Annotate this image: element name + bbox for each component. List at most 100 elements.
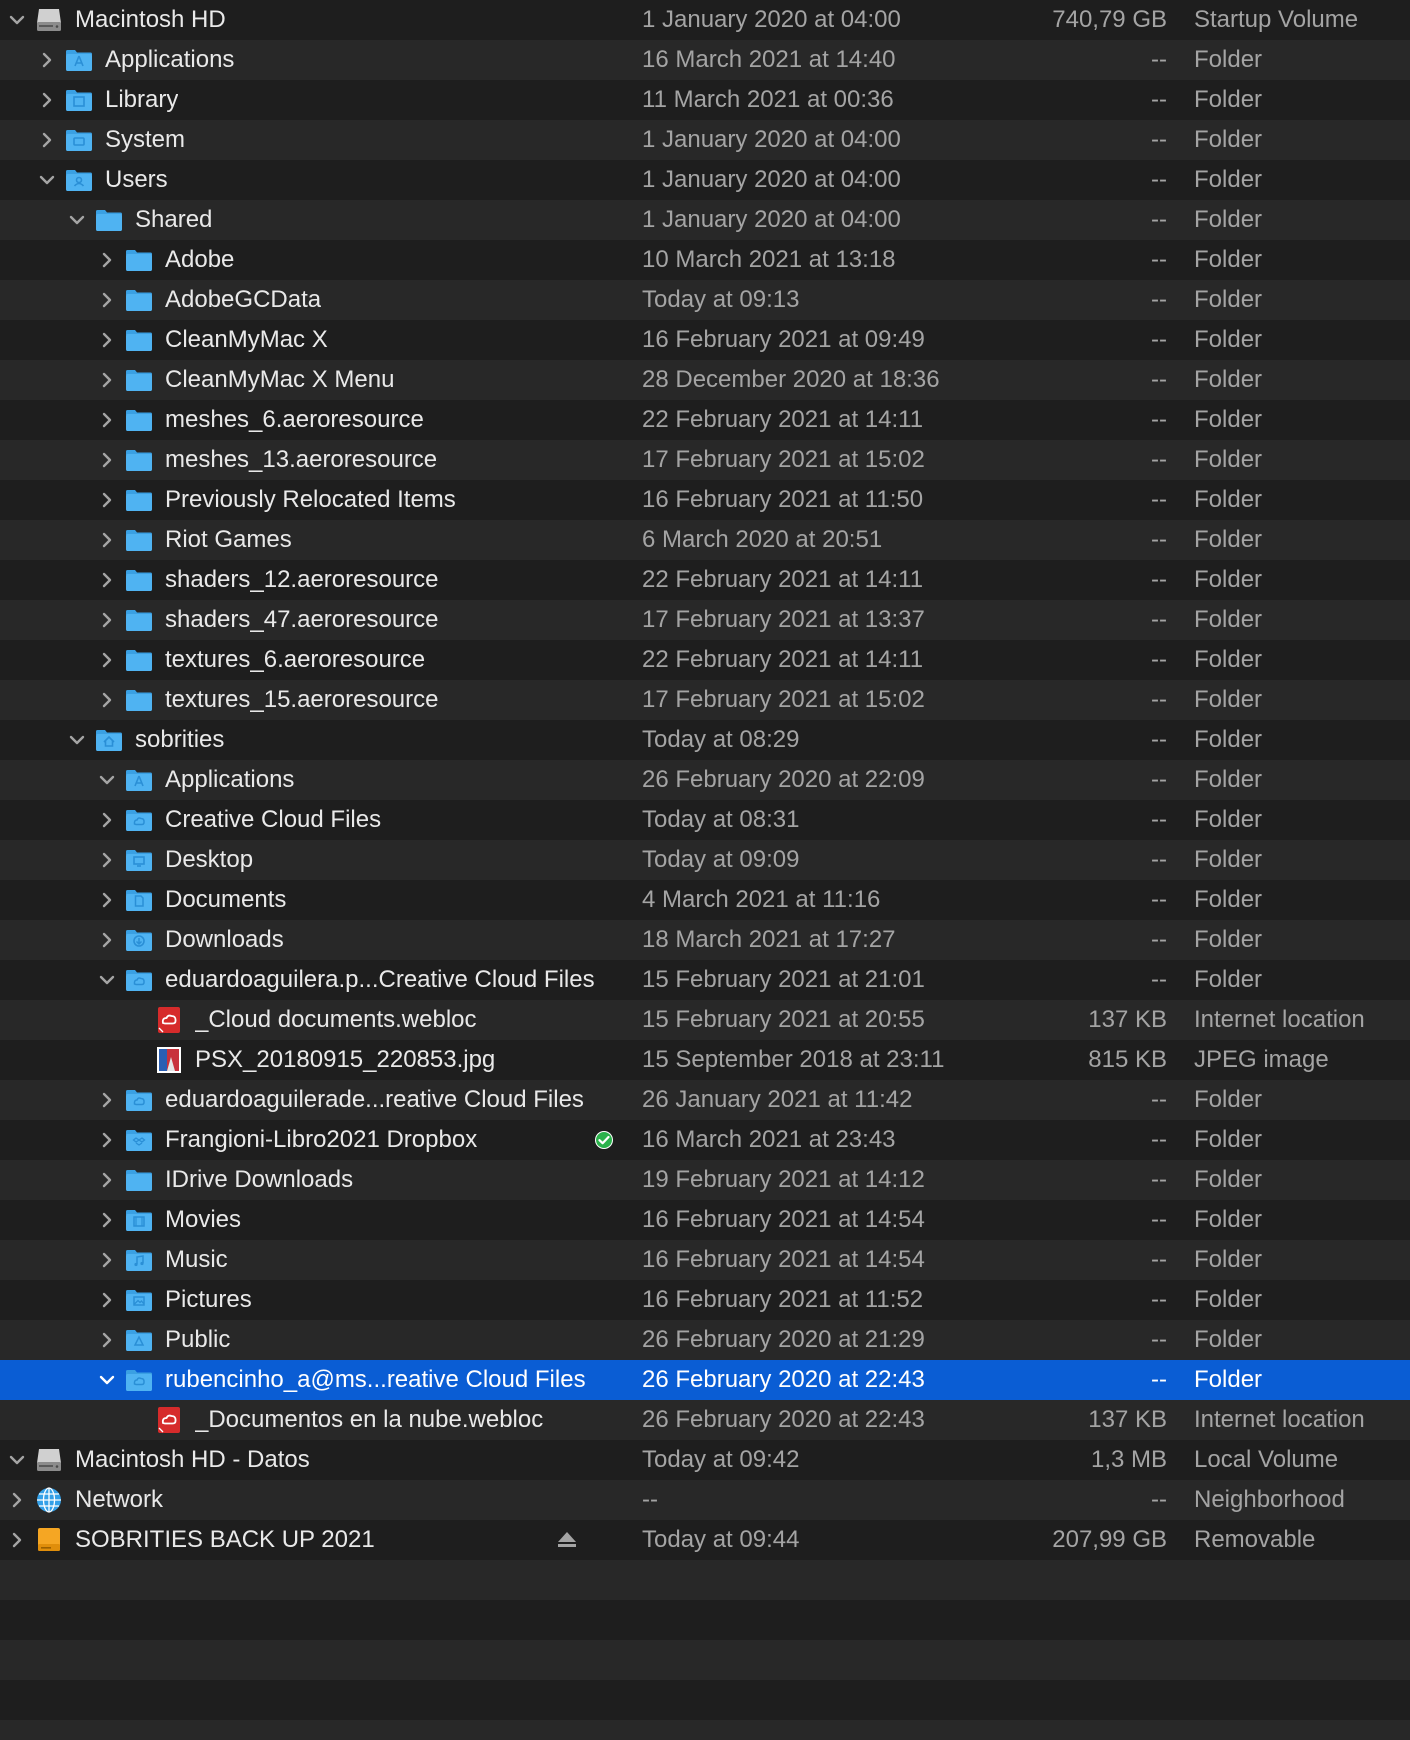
file-row[interactable]: Pictures 16 February 2021 at 11:52 -- Folde… bbox=[0, 1280, 1410, 1320]
file-size: -- bbox=[1151, 86, 1167, 113]
chevron-down-icon[interactable] bbox=[8, 1451, 26, 1469]
chevron-right-icon[interactable] bbox=[38, 91, 56, 109]
file-kind: Folder bbox=[1194, 446, 1263, 473]
file-row[interactable]: Downloads 18 March 2021 at 17:27 -- Folder bbox=[0, 920, 1410, 960]
file-row[interactable]: _Documentos en la nube.webloc 26 February… bbox=[0, 1400, 1410, 1440]
chevron-right-icon[interactable] bbox=[98, 451, 116, 469]
file-row[interactable]: Riot Games 6 March 2020 at 20:51 -- Folder bbox=[0, 520, 1410, 560]
file-row[interactable]: Macintosh HD - Datos Today at 09:42 1,3 MB… bbox=[0, 1440, 1410, 1480]
file-row[interactable]: textures_6.aeroresource 22 February 2021 … bbox=[0, 640, 1410, 680]
file-size: -- bbox=[1151, 686, 1167, 713]
file-row[interactable]: SOBRITIES BACK UP 2021 Today at 09:44 207,… bbox=[0, 1520, 1410, 1560]
file-row[interactable]: IDrive Downloads 19 February 2021 at 14:1… bbox=[0, 1160, 1410, 1200]
file-row[interactable]: Shared 1 January 2020 at 04:00 -- Folder bbox=[0, 200, 1410, 240]
file-row[interactable]: Desktop Today at 09:09 -- Folder bbox=[0, 840, 1410, 880]
file-kind: Folder bbox=[1194, 206, 1263, 233]
chevron-down-icon[interactable] bbox=[98, 771, 116, 789]
chevron-right-icon[interactable] bbox=[98, 611, 116, 629]
file-row[interactable]: Frangioni-Libro2021 Dropbox 16 March 2021… bbox=[0, 1120, 1410, 1160]
file-row[interactable]: Documents 4 March 2021 at 11:16 -- Folder bbox=[0, 880, 1410, 920]
chevron-right-icon[interactable] bbox=[98, 1291, 116, 1309]
chevron-right-icon[interactable] bbox=[98, 1251, 116, 1269]
downloads-folder-icon bbox=[124, 925, 154, 955]
file-row[interactable]: meshes_6.aeroresource 22 February 2021 at… bbox=[0, 400, 1410, 440]
chevron-right-icon[interactable] bbox=[98, 371, 116, 389]
chevron-right-icon[interactable] bbox=[38, 131, 56, 149]
file-size: -- bbox=[1151, 646, 1167, 673]
file-row[interactable]: Public 26 February 2020 at 21:29 -- Folder bbox=[0, 1320, 1410, 1360]
file-kind: Startup Volume bbox=[1194, 6, 1359, 33]
chevron-down-icon[interactable] bbox=[68, 211, 86, 229]
file-name: Music bbox=[165, 1246, 228, 1273]
chevron-right-icon[interactable] bbox=[98, 571, 116, 589]
chevron-right-icon[interactable] bbox=[98, 851, 116, 869]
file-name: Documents bbox=[165, 886, 287, 913]
file-row[interactable]: Macintosh HD 1 January 2020 at 04:00 740,7… bbox=[0, 0, 1410, 40]
chevron-right-icon[interactable] bbox=[98, 931, 116, 949]
file-row[interactable]: System 1 January 2020 at 04:00 -- Folder bbox=[0, 120, 1410, 160]
chevron-down-icon[interactable] bbox=[38, 171, 56, 189]
chevron-right-icon[interactable] bbox=[98, 651, 116, 669]
chevron-down-icon[interactable] bbox=[98, 971, 116, 989]
chevron-right-icon[interactable] bbox=[98, 291, 116, 309]
folder-icon bbox=[124, 685, 154, 715]
chevron-right-icon[interactable] bbox=[98, 1171, 116, 1189]
file-row[interactable]: Applications 16 March 2021 at 14:40 -- Fold… bbox=[0, 40, 1410, 80]
file-row[interactable]: sobrities Today at 08:29 -- Folder bbox=[0, 720, 1410, 760]
date-modified: 26 January 2021 at 11:42 bbox=[642, 1086, 913, 1113]
chevron-right-icon[interactable] bbox=[98, 1131, 116, 1149]
date-modified: 26 February 2020 at 22:43 bbox=[642, 1366, 925, 1393]
file-row[interactable]: eduardoaguilera.p...Creative Cloud Files… bbox=[0, 960, 1410, 1000]
chevron-down-icon[interactable] bbox=[98, 1371, 116, 1389]
folder-icon bbox=[124, 605, 154, 635]
file-row[interactable]: meshes_13.aeroresource 17 February 2021 a… bbox=[0, 440, 1410, 480]
file-kind: Folder bbox=[1194, 846, 1263, 873]
chevron-down-icon[interactable] bbox=[8, 11, 26, 29]
file-row[interactable]: rubencinho_a@ms...reative Cloud Files 26 … bbox=[0, 1360, 1410, 1400]
file-row[interactable]: PSX_20180915_220853.jpg 15 September 2018… bbox=[0, 1040, 1410, 1080]
file-row[interactable]: CleanMyMac X Menu 28 December 2020 at 18:… bbox=[0, 360, 1410, 400]
chevron-right-icon[interactable] bbox=[98, 811, 116, 829]
date-modified: 26 February 2020 at 22:09 bbox=[642, 766, 925, 793]
file-row[interactable]: Movies 16 February 2021 at 14:54 -- Folder bbox=[0, 1200, 1410, 1240]
chevron-right-icon[interactable] bbox=[98, 331, 116, 349]
file-row[interactable]: CleanMyMac X 16 February 2021 at 09:49 -- F… bbox=[0, 320, 1410, 360]
chevron-right-icon[interactable] bbox=[98, 531, 116, 549]
file-name: CleanMyMac X Menu bbox=[165, 366, 395, 393]
chevron-down-icon[interactable] bbox=[68, 731, 86, 749]
movies-folder-icon bbox=[124, 1205, 154, 1235]
users-folder-icon bbox=[64, 165, 94, 195]
file-row[interactable]: Creative Cloud Files Today at 08:31 -- Fold… bbox=[0, 800, 1410, 840]
chevron-right-icon[interactable] bbox=[8, 1491, 26, 1509]
file-row[interactable]: Music 16 February 2021 at 14:54 -- Folder bbox=[0, 1240, 1410, 1280]
chevron-right-icon[interactable] bbox=[98, 1331, 116, 1349]
date-modified: Today at 09:09 bbox=[642, 846, 800, 873]
file-row[interactable]: Previously Relocated Items 16 February 20… bbox=[0, 480, 1410, 520]
file-row[interactable]: shaders_47.aeroresource 17 February 2021 … bbox=[0, 600, 1410, 640]
file-row[interactable]: Adobe 10 March 2021 at 13:18 -- Folder bbox=[0, 240, 1410, 280]
date-modified: Today at 08:29 bbox=[642, 726, 800, 753]
date-modified: Today at 09:44 bbox=[642, 1526, 800, 1553]
file-row[interactable]: AdobeGCData Today at 09:13 -- Folder bbox=[0, 280, 1410, 320]
chevron-right-icon[interactable] bbox=[8, 1531, 26, 1549]
chevron-right-icon[interactable] bbox=[98, 1211, 116, 1229]
chevron-right-icon[interactable] bbox=[98, 891, 116, 909]
creative-cloud-folder-icon bbox=[124, 1365, 154, 1395]
file-name: Macintosh HD bbox=[75, 6, 226, 33]
eject-icon[interactable] bbox=[557, 1531, 577, 1549]
file-row[interactable]: Library 11 March 2021 at 00:36 -- Folder bbox=[0, 80, 1410, 120]
file-kind: Folder bbox=[1194, 886, 1263, 913]
file-row[interactable]: Network -- -- Neighborhood bbox=[0, 1480, 1410, 1520]
file-row[interactable]: Users 1 January 2020 at 04:00 -- Folder bbox=[0, 160, 1410, 200]
chevron-right-icon[interactable] bbox=[98, 251, 116, 269]
chevron-right-icon[interactable] bbox=[98, 491, 116, 509]
chevron-right-icon[interactable] bbox=[98, 691, 116, 709]
chevron-right-icon[interactable] bbox=[98, 1091, 116, 1109]
file-row[interactable]: shaders_12.aeroresource 22 February 2021 … bbox=[0, 560, 1410, 600]
chevron-right-icon[interactable] bbox=[98, 411, 116, 429]
file-row[interactable]: _Cloud documents.webloc 15 February 2021 … bbox=[0, 1000, 1410, 1040]
file-row[interactable]: Applications 26 February 2020 at 22:09 -- F… bbox=[0, 760, 1410, 800]
file-row[interactable]: eduardoaguilerade...reative Cloud Files 2… bbox=[0, 1080, 1410, 1120]
file-row[interactable]: textures_15.aeroresource 17 February 2021… bbox=[0, 680, 1410, 720]
chevron-right-icon[interactable] bbox=[38, 51, 56, 69]
